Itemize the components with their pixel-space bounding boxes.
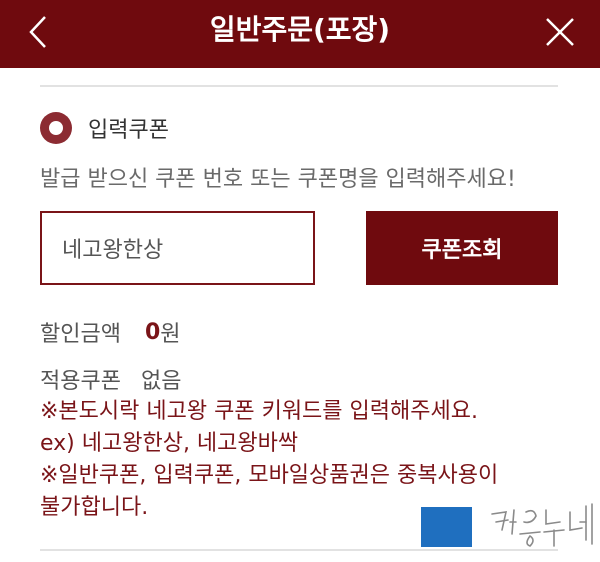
- coupon-notice: ※본도시락 네고왕 쿠폰 키워드를 입력해주세요. ex) 네고왕한상, 네고왕…: [40, 396, 560, 524]
- bottom-divider: [40, 549, 558, 551]
- app-header: 일반주문(포장): [0, 0, 600, 68]
- applied-coupon-row: 적용쿠폰 없음: [40, 362, 181, 396]
- applied-coupon-value: 없음: [140, 369, 182, 394]
- input-coupon-label: 입력쿠폰: [88, 118, 169, 143]
- discount-label: 할인금액: [40, 322, 121, 347]
- input-coupon-radio[interactable]: 입력쿠폰: [40, 110, 169, 146]
- blue-square-block: [421, 507, 472, 547]
- discount-currency-unit: 원: [160, 322, 181, 347]
- page-title: 일반주문(포장): [209, 13, 391, 46]
- radio-selected-icon[interactable]: [40, 112, 72, 144]
- discount-amount-value: 0: [144, 319, 161, 345]
- top-divider: [40, 85, 558, 87]
- discount-amount-row: 할인금액 0 원: [40, 314, 181, 350]
- notice-line: 불가합니다.: [40, 495, 149, 520]
- notice-line: ex) 네고왕한상, 네고왕바싹: [40, 431, 299, 456]
- notice-line: ※일반쿠폰, 입력쿠폰, 모바일상품권은 중복사용이: [40, 463, 499, 488]
- coupon-code-input[interactable]: [40, 211, 315, 285]
- coupon-lookup-button[interactable]: 쿠폰조회: [366, 211, 558, 285]
- applied-coupon-label: 적용쿠폰: [40, 369, 121, 394]
- notice-line: ※본도시락 네고왕 쿠폰 키워드를 입력해주세요.: [40, 399, 478, 424]
- close-button[interactable]: [538, 10, 582, 54]
- coupon-guide-text: 발급 받으신 쿠폰 번호 또는 쿠폰명을 입력해주세요!: [40, 167, 516, 192]
- signature-watermark: [491, 503, 593, 547]
- close-icon: [546, 18, 574, 46]
